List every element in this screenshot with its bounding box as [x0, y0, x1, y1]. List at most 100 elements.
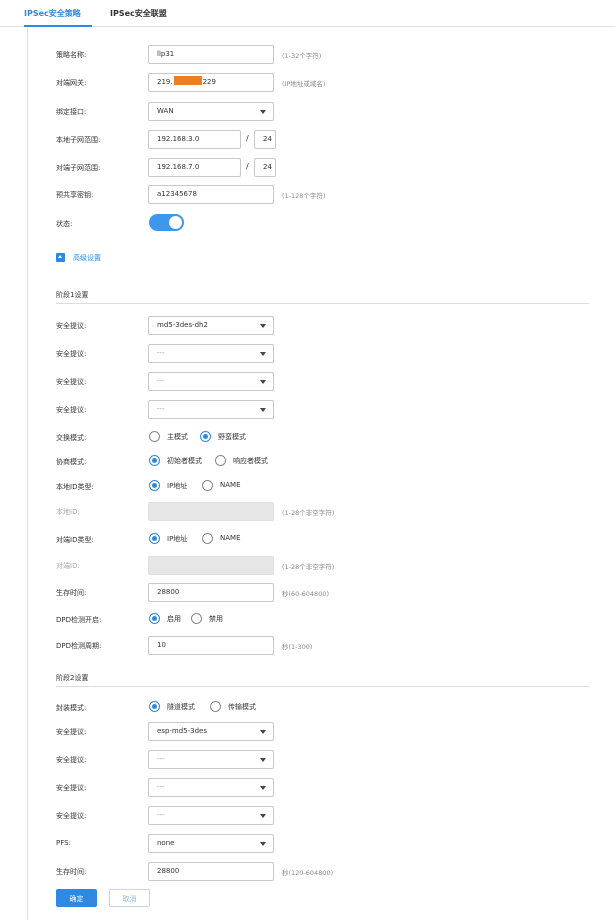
- phase2-proposal-3-select[interactable]: ---: [148, 778, 274, 797]
- peer-subnet-mask-input[interactable]: 24: [254, 158, 276, 177]
- psk-input[interactable]: a12345678: [148, 185, 274, 204]
- phase2-proposal-2-select[interactable]: ---: [148, 750, 274, 769]
- policy-form-panel: 策略名称: llp31 (1-32个字符) 对端网关: 219. 229 (IP地…: [27, 28, 615, 920]
- ok-button[interactable]: 确定: [56, 889, 97, 907]
- tab-ipsec-sa[interactable]: IPSec安全联盟: [110, 8, 167, 19]
- chevron-down-icon: [260, 814, 266, 818]
- phase1-proposal-2-value: ---: [157, 349, 165, 357]
- row-advanced: 高级设置: [28, 252, 588, 272]
- row-phase1-lifetime: 生存时间: 28800 秒(60-604800): [28, 583, 588, 603]
- peer-gateway-hint: (IP地址或域名): [282, 80, 326, 88]
- peer-subnet-ip-input[interactable]: 192.168.7.0: [148, 158, 241, 177]
- radio-label: IP地址: [167, 482, 188, 490]
- phase2-proposal-4-value: ---: [157, 811, 165, 819]
- chevron-down-icon: [260, 786, 266, 790]
- radio-label: IP地址: [167, 535, 188, 543]
- local-id-type-label: 本地ID类型:: [56, 483, 94, 491]
- row-phase2-proposal-3: 安全提议: ---: [28, 778, 588, 798]
- psk-hint: (1-128个字符): [282, 192, 326, 200]
- phase1-lifetime-input[interactable]: 28800: [148, 583, 274, 602]
- phase1-proposal-label: 安全提议:: [56, 322, 87, 330]
- phase1-proposal-2-select[interactable]: ---: [148, 344, 274, 363]
- row-phase1-proposal-2: 安全提议: ---: [28, 344, 588, 364]
- row-phase2-lifetime: 生存时间: 28800 秒(120-604800): [28, 862, 588, 882]
- tab-bar: IPSec安全策略 IPSec安全联盟: [0, 0, 615, 27]
- phase1-proposal-4-value: ---: [157, 405, 165, 413]
- phase2-title: 阶段2设置: [56, 674, 89, 682]
- phase2-lifetime-input[interactable]: 28800: [148, 862, 274, 881]
- pfs-value: none: [157, 839, 175, 847]
- advanced-settings-label: 高级设置: [73, 254, 101, 262]
- phase1-section-header: 阶段1设置: [56, 290, 589, 304]
- row-psk: 预共享密钥: a12345678 (1-128个字符): [28, 185, 588, 205]
- row-exchange-mode: 交换模式: 主模式 野蛮模式: [28, 428, 588, 448]
- phase2-proposal-label: 安全提议:: [56, 784, 87, 792]
- phase2-proposal-1-select[interactable]: esp-md5-3des: [148, 722, 274, 741]
- row-local-id-type: 本地ID类型: IP地址 NAME: [28, 477, 588, 497]
- row-phase2-proposal-2: 安全提议: ---: [28, 750, 588, 770]
- phase1-proposal-label: 安全提议:: [56, 350, 87, 358]
- row-actions: 确定 取消: [28, 889, 588, 909]
- dpd-interval-input[interactable]: 10: [148, 636, 274, 655]
- row-policy-name: 策略名称: llp31 (1-32个字符): [28, 45, 588, 65]
- phase1-proposal-1-select[interactable]: md5-3des-dh2: [148, 316, 274, 335]
- pfs-select[interactable]: none: [148, 834, 274, 853]
- local-subnet-ip-input[interactable]: 192.168.3.0: [148, 130, 241, 149]
- row-local-id: 本地ID: (1-28个非空字符): [28, 502, 588, 522]
- bind-interface-select[interactable]: WAN: [148, 102, 274, 121]
- radio-label: 主模式: [167, 433, 188, 441]
- radio-circle: [202, 480, 213, 491]
- radio-label: 禁用: [209, 615, 223, 623]
- tab-ipsec-policy[interactable]: IPSec安全策略: [24, 8, 81, 19]
- bind-interface-value: WAN: [157, 107, 174, 115]
- subnet-slash: /: [246, 162, 249, 171]
- phase2-lifetime-hint: 秒(120-604800): [282, 869, 334, 877]
- peer-id-type-label: 对端ID类型:: [56, 536, 94, 544]
- row-phase2-proposal-1: 安全提议: esp-md5-3des: [28, 722, 588, 742]
- subnet-slash: /: [246, 134, 249, 143]
- chevron-down-icon: [260, 110, 266, 114]
- phase2-lifetime-label: 生存时间:: [56, 868, 87, 876]
- radio-circle: [149, 455, 160, 466]
- radio-circle: [149, 431, 160, 442]
- phase1-title: 阶段1设置: [56, 291, 89, 299]
- peer-gateway-input[interactable]: 219. 229: [148, 73, 274, 92]
- phase2-proposal-2-value: ---: [157, 755, 165, 763]
- peer-subnet-label: 对端子网范围:: [56, 164, 101, 172]
- local-id-input[interactable]: [148, 502, 274, 521]
- redaction-mark: [173, 76, 202, 85]
- peer-gateway-suffix: 229: [202, 78, 216, 86]
- pfs-label: PFS:: [56, 839, 71, 847]
- row-dpd-interval: DPD检测周期: 10 秒(1-300): [28, 636, 588, 656]
- peer-id-input[interactable]: [148, 556, 274, 575]
- phase1-proposal-4-select[interactable]: ---: [148, 400, 274, 419]
- radio-label: NAME: [220, 481, 241, 489]
- chevron-down-icon: [260, 380, 266, 384]
- radio-label: 传输模式: [228, 703, 256, 711]
- phase1-proposal-3-select[interactable]: ---: [148, 372, 274, 391]
- radio-circle: [149, 613, 160, 624]
- row-peer-gateway: 对端网关: 219. 229 (IP地址或域名): [28, 73, 588, 93]
- toggle-knob: [169, 216, 182, 229]
- local-subnet-mask-input[interactable]: 24: [254, 130, 276, 149]
- row-peer-id-type: 对端ID类型: IP地址 NAME: [28, 530, 588, 550]
- row-dpd-enable: DPD检测开启: 启用 禁用: [28, 610, 588, 630]
- radio-label: 响应者模式: [233, 457, 268, 465]
- chevron-down-icon: [260, 324, 266, 328]
- radio-label: 初始者模式: [167, 457, 202, 465]
- row-bind-interface: 绑定接口: WAN: [28, 102, 588, 122]
- peer-id-label: 对端ID:: [56, 562, 80, 570]
- collapse-icon: [56, 253, 65, 262]
- cancel-button[interactable]: 取消: [109, 889, 150, 907]
- policy-name-input[interactable]: llp31: [148, 45, 274, 64]
- status-toggle[interactable]: [149, 214, 184, 231]
- radio-circle: [215, 455, 226, 466]
- row-phase1-proposal-4: 安全提议: ---: [28, 400, 588, 420]
- phase2-proposal-4-select[interactable]: ---: [148, 806, 274, 825]
- phase1-proposal-1-value: md5-3des-dh2: [157, 321, 208, 329]
- row-negotiation-mode: 协商模式: 初始者模式 响应者模式: [28, 452, 588, 472]
- dpd-interval-label: DPD检测周期:: [56, 642, 102, 650]
- row-phase2-proposal-4: 安全提议: ---: [28, 806, 588, 826]
- psk-label: 预共享密钥:: [56, 191, 94, 199]
- chevron-down-icon: [260, 758, 266, 762]
